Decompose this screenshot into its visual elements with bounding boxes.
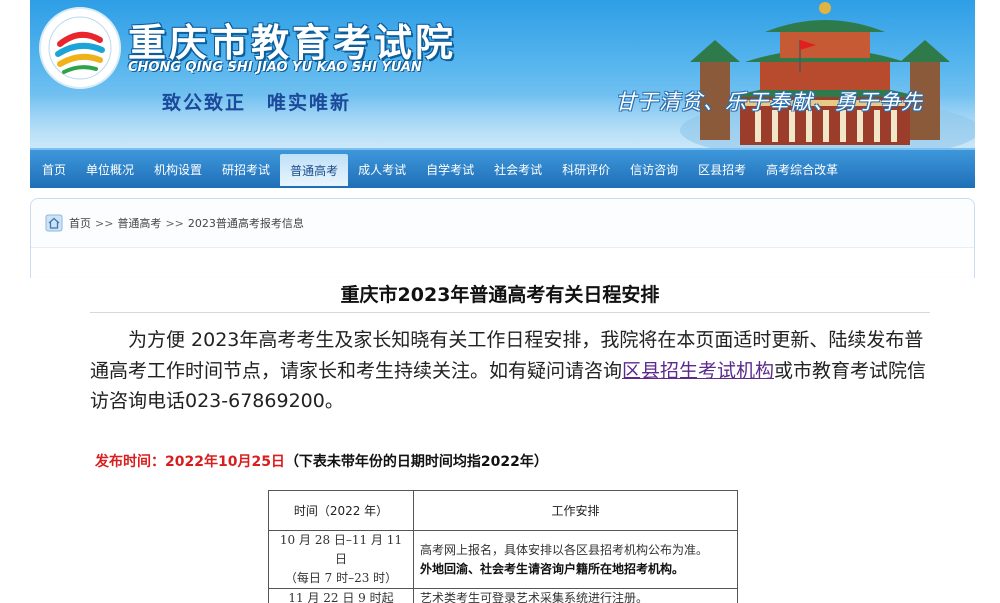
home-icon (45, 214, 63, 232)
breadcrumb-home[interactable]: 首页 (69, 215, 91, 231)
nav-item-social-exam[interactable]: 社会考试 (484, 150, 552, 188)
table-cell-work: 艺术类考生可登录艺术采集系统进行注册。 (413, 588, 738, 603)
site-logo-icon (39, 7, 121, 89)
site-motto: 致公致正 唯实唯新 (162, 92, 352, 114)
publish-info: 发布时间：2022年10月25日（下表未带年份的日期时间均指2022年） (95, 451, 548, 471)
table-header-work: 工作安排 (413, 490, 738, 531)
nav-item-gaokao[interactable]: 普通高考 (280, 154, 349, 186)
nav-item-consultation[interactable]: 信访咨询 (620, 150, 688, 188)
nav-item-overview[interactable]: 单位概况 (76, 150, 144, 188)
article-title: 重庆市2023年普通高考有关日程安排 (340, 284, 660, 306)
nav-item-research[interactable]: 科研评价 (552, 150, 620, 188)
table-header-time: 时间（2022 年） (268, 490, 414, 531)
table-row: 11 月 22 日 9 时起 艺术类考生可登录艺术采集系统进行注册。 (268, 588, 738, 603)
site-slogan: 甘于清贫、乐于奉献、勇于争先 (615, 90, 923, 114)
nav-item-district[interactable]: 区县招考 (688, 150, 756, 188)
main-nav: 首页 单位概况 机构设置 研招考试 普通高考 成人考试 自学考试 社会考试 科研… (30, 148, 975, 188)
table-cell-work: 高考网上报名，具体安排以各区县招考机构公布为准。 外地回渝、社会考生请咨询户籍所… (413, 530, 738, 589)
breadcrumb-separator: >> (165, 216, 184, 230)
site-banner: 重庆市教育考试院 CHONG QING SHI JIAO YU KAO SHI … (30, 0, 975, 148)
nav-item-organization[interactable]: 机构设置 (144, 150, 212, 188)
article-intro: 为方便 2023年高考考生及家长知晓有关工作日程安排，我院将在本页面适时更新、陆… (90, 325, 930, 417)
table-cell-time: 11 月 22 日 9 时起 (268, 588, 414, 603)
breadcrumb-current: 2023普通高考报考信息 (187, 217, 304, 230)
publish-note: （下表未带年份的日期时间均指2022年） (284, 454, 548, 470)
breadcrumb: 首页 >> 普通高考 >> 2023普通高考报考信息 (45, 214, 308, 232)
district-exam-office-link[interactable]: 区县招生考试机构 (622, 360, 774, 382)
breadcrumb-panel: 首页 >> 普通高考 >> 2023普通高考报考信息 (30, 198, 975, 278)
publish-date: 发布时间：2022年10月25日 (95, 454, 285, 470)
site-name: 重庆市教育考试院 (128, 21, 457, 65)
site-pinyin: CHONG QING SHI JIAO YU KAO SHI YUAN (128, 60, 422, 75)
table-row: 10 月 28 日–11 月 11 日 （每日 7 时–23 时） 高考网上报名… (268, 530, 738, 589)
great-hall-illustration (680, 2, 975, 148)
page: 重庆市教育考试院 CHONG QING SHI JIAO YU KAO SHI … (0, 0, 1000, 603)
schedule-table: 时间（2022 年） 工作安排 10 月 28 日–11 月 11 日 （每日 … (268, 490, 738, 603)
title-divider (90, 312, 930, 313)
nav-item-reform[interactable]: 高考综合改革 (756, 150, 848, 188)
breadcrumb-gaokao[interactable]: 普通高考 (117, 215, 161, 231)
nav-item-graduate-exam[interactable]: 研招考试 (212, 150, 280, 188)
nav-item-adult-exam[interactable]: 成人考试 (348, 150, 416, 188)
nav-item-self-study-exam[interactable]: 自学考试 (416, 150, 484, 188)
breadcrumb-separator: >> (95, 216, 114, 230)
table-cell-time: 10 月 28 日–11 月 11 日 （每日 7 时–23 时） (268, 530, 414, 589)
nav-item-home[interactable]: 首页 (32, 150, 76, 188)
table-header-row: 时间（2022 年） 工作安排 (268, 490, 738, 531)
